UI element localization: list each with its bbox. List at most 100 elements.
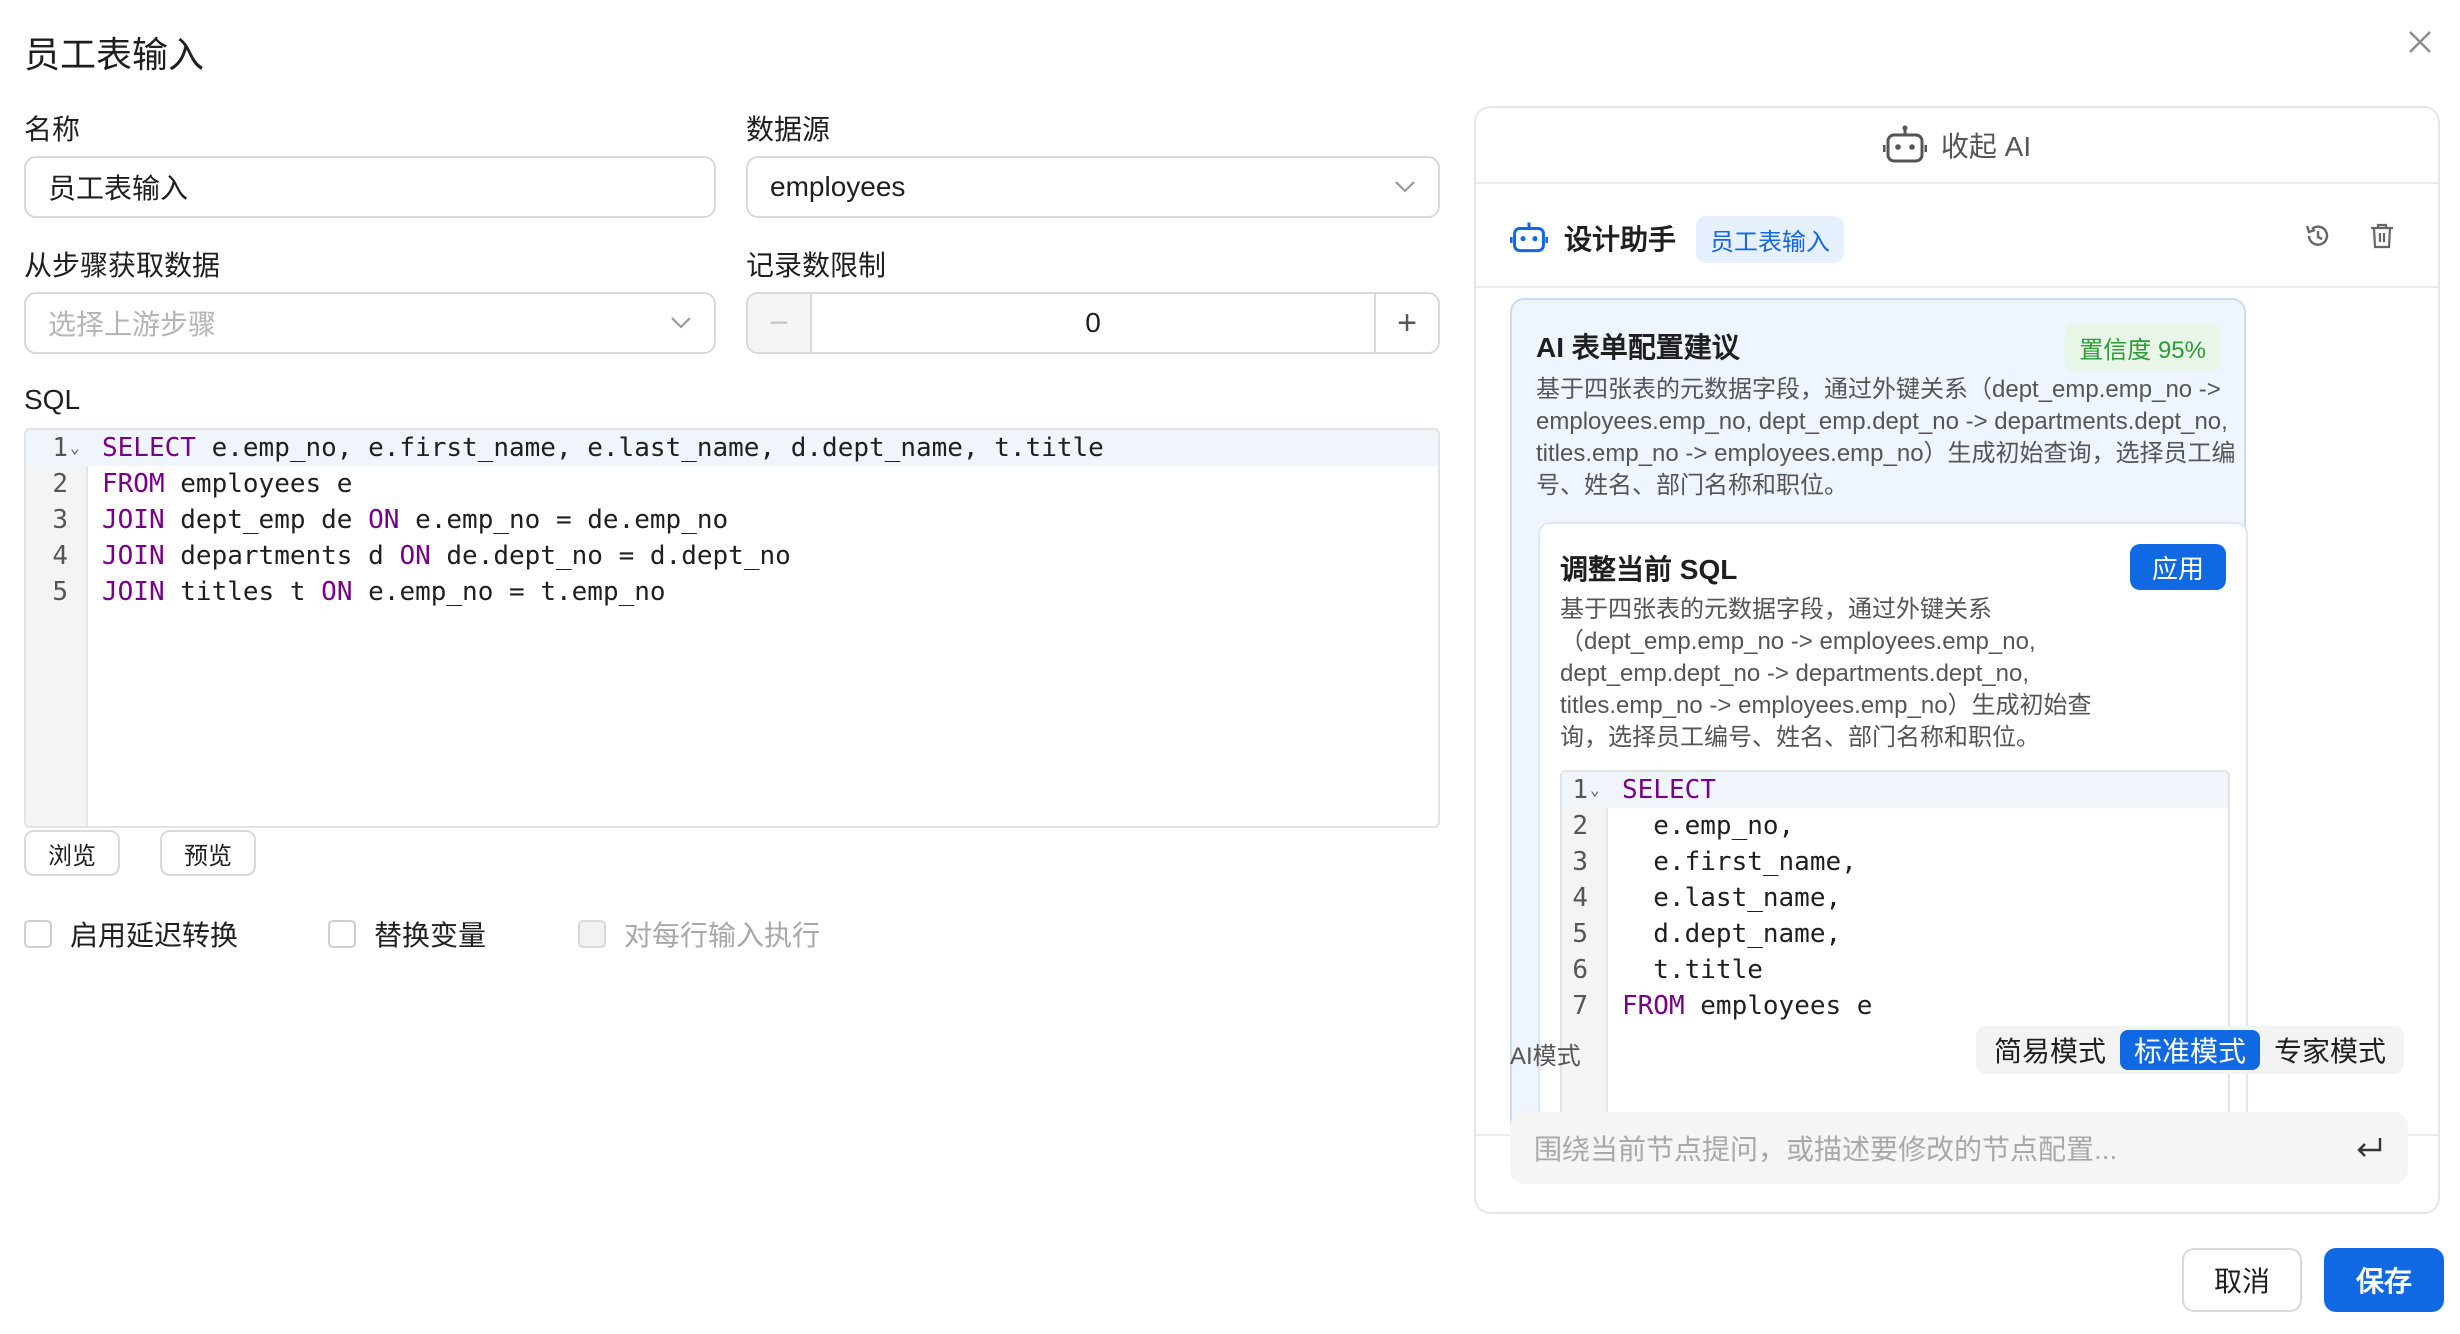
context-tag: 员工表输入	[1696, 216, 1844, 263]
code-line[interactable]: 1 ⌄ SELECT e.emp_no, e.first_name, e.last_…	[26, 430, 1438, 466]
code-text: JOIN departments d ON de.dept_no = d.dep…	[102, 541, 791, 571]
limit-stepper[interactable]: − 0 +	[746, 292, 1440, 354]
ai-chat-input[interactable]: 围绕当前节点提问，或描述要修改的节点配置...	[1510, 1112, 2408, 1184]
replace-variables-label: 替换变量	[374, 920, 487, 951]
apply-button[interactable]: 应用	[2129, 544, 2226, 590]
assistant-header: 设计助手 员工表输入	[1476, 184, 2438, 288]
desc-line: dept_emp.dept_no -> departments.dept_no,	[1560, 660, 2030, 687]
mode-standard[interactable]: 标准模式	[2119, 1030, 2260, 1070]
cancel-button[interactable]: 取消	[2182, 1248, 2302, 1312]
history-button[interactable]	[2296, 214, 2340, 258]
code-line[interactable]: 4 JOIN departments d ON de.dept_no = d.de…	[26, 538, 1438, 574]
desc-line: titles.emp_no -> employees.emp_no）生成初始查询…	[1536, 440, 2236, 467]
code-line[interactable]: 5 d.dept_name,	[1562, 916, 2228, 952]
mode-expert[interactable]: 专家模式	[2260, 1030, 2400, 1070]
line-number: 5	[1572, 919, 1588, 949]
delete-button[interactable]	[2360, 214, 2404, 258]
line-number: 5	[52, 577, 68, 607]
desc-line: titles.emp_no -> employees.emp_no）生成初始查	[1560, 692, 2092, 719]
desc-line: 基于四张表的元数据字段，通过外键关系（dept_emp.emp_no ->	[1536, 376, 2221, 403]
chat-area: AI 表单配置建议 置信度 95% 基于四张表的元数据字段，通过外键关系（dep…	[1476, 288, 2438, 1134]
ai-mode-label: AI模式	[1510, 1043, 1581, 1070]
enter-icon[interactable]	[2354, 1134, 2384, 1162]
datasource-select[interactable]: employees	[746, 156, 1440, 218]
checkbox-box[interactable]	[24, 920, 52, 948]
line-number: 6	[1572, 955, 1588, 985]
browse-button[interactable]: 浏览	[24, 830, 120, 876]
chevron-down-icon	[671, 317, 691, 329]
code-text: FROM employees e	[102, 469, 353, 499]
code-line[interactable]: 3 e.first_name,	[1562, 844, 2228, 880]
dialog-title: 员工表输入	[24, 34, 205, 75]
suggestion-card: AI 表单配置建议 置信度 95% 基于四张表的元数据字段，通过外键关系（dep…	[1510, 298, 2248, 1134]
desc-line: （dept_emp.emp_no -> employees.emp_no,	[1560, 628, 2036, 655]
suggestion-description: 基于四张表的元数据字段，通过外键关系（dept_emp.emp_no -> em…	[1536, 374, 2236, 502]
decrement-button[interactable]: −	[748, 294, 812, 352]
execute-each-row-checkbox: 对每行输入执行	[578, 914, 820, 954]
sql-label: SQL	[24, 384, 81, 415]
code-text: JOIN titles t ON e.emp_no = t.emp_no	[102, 577, 666, 607]
checkbox-box[interactable]	[328, 920, 356, 948]
datasource-value: employees	[770, 171, 906, 202]
code-line[interactable]: 2 FROM employees e	[26, 466, 1438, 502]
replace-variables-checkbox[interactable]: 替换变量	[328, 914, 486, 954]
line-number: 3	[1572, 847, 1588, 877]
code-line[interactable]: 3 JOIN dept_emp de ON e.emp_no = de.emp_n…	[26, 502, 1438, 538]
code-text: e.last_name,	[1622, 883, 1842, 913]
from-step-placeholder: 选择上游步骤	[48, 309, 217, 340]
desc-line: 基于四张表的元数据字段，通过外键关系	[1560, 596, 1992, 623]
adjust-sql-description: 基于四张表的元数据字段，通过外键关系 （dept_emp.emp_no -> e…	[1560, 594, 2200, 754]
datasource-label: 数据源	[746, 114, 831, 145]
trash-icon	[2371, 223, 2393, 249]
robot-icon	[1882, 125, 1927, 163]
code-text: d.dept_name,	[1622, 919, 1842, 949]
code-line[interactable]: 1 ⌄ SELECT	[1562, 772, 2228, 808]
line-number: 3	[52, 505, 68, 535]
sql-editor[interactable]: 1 ⌄ SELECT e.emp_no, e.first_name, e.last_…	[24, 428, 1440, 828]
code-line[interactable]: 2 e.emp_no,	[1562, 808, 2228, 844]
desc-line: 询，选择员工编号、姓名、部门名称和职位。	[1560, 724, 2040, 751]
suggested-sql-editor[interactable]: 1 ⌄ SELECT 2 e.emp_no, 3 e.first_name, 4 e.la…	[1560, 770, 2230, 1134]
code-text: JOIN dept_emp de ON e.emp_no = de.emp_no	[102, 505, 729, 535]
code-line[interactable]: 5 JOIN titles t ON e.emp_no = t.emp_no	[26, 574, 1438, 610]
line-number: 7	[1572, 991, 1588, 1021]
line-number: 1	[52, 433, 68, 463]
increment-button[interactable]: +	[1374, 294, 1438, 352]
desc-line: employees.emp_no, dept_emp.dept_no -> de…	[1536, 408, 2228, 435]
ai-mode-switch[interactable]: 简易模式 标准模式 专家模式	[1975, 1026, 2404, 1074]
collapse-ai-button[interactable]: 收起 AI	[1476, 108, 2438, 184]
code-line[interactable]: 4 e.last_name,	[1562, 880, 2228, 916]
lazy-conversion-checkbox[interactable]: 启用延迟转换	[24, 914, 238, 954]
ai-panel: 收起 AI 设计助手 员工表输入 AI 表单配置建议 置信度 95% 基于四张表…	[1474, 106, 2440, 1214]
execute-each-row-label: 对每行输入执行	[624, 920, 821, 951]
close-button[interactable]	[2398, 20, 2442, 64]
line-number: 4	[1572, 883, 1588, 913]
code-text: e.emp_no,	[1622, 811, 1795, 841]
limit-value[interactable]: 0	[812, 294, 1374, 352]
fold-icon[interactable]: ⌄	[1590, 772, 1606, 808]
line-number: 1	[1572, 775, 1588, 805]
ai-chat-placeholder: 围绕当前节点提问，或描述要修改的节点配置...	[1534, 1134, 2118, 1165]
limit-label: 记录数限制	[746, 250, 887, 281]
name-label: 名称	[24, 114, 81, 145]
save-button[interactable]: 保存	[2324, 1248, 2444, 1312]
code-text: t.title	[1622, 955, 1763, 985]
code-line[interactable]: 7 FROM employees e	[1562, 988, 2228, 1024]
checkbox-box	[578, 920, 606, 948]
mode-simple[interactable]: 简易模式	[1980, 1030, 2120, 1070]
assistant-title: 设计助手	[1564, 224, 1677, 255]
fold-icon[interactable]: ⌄	[70, 430, 86, 466]
name-input[interactable]: 员工表输入	[24, 156, 716, 218]
history-icon	[2305, 225, 2329, 246]
code-text: SELECT	[1622, 775, 1716, 805]
code-text: FROM employees e	[1622, 991, 1873, 1021]
code-line[interactable]: 6 t.title	[1562, 952, 2228, 988]
confidence-badge: 置信度 95%	[2065, 324, 2220, 371]
desc-line: 号、姓名、部门名称和职位。	[1536, 472, 1848, 499]
line-number: 2	[1572, 811, 1588, 841]
preview-button[interactable]: 预览	[160, 830, 256, 876]
suggestion-title: AI 表单配置建议	[1536, 332, 1740, 363]
from-step-select[interactable]: 选择上游步骤	[24, 292, 716, 354]
robot-icon	[1510, 222, 1548, 253]
close-icon	[2409, 31, 2431, 53]
